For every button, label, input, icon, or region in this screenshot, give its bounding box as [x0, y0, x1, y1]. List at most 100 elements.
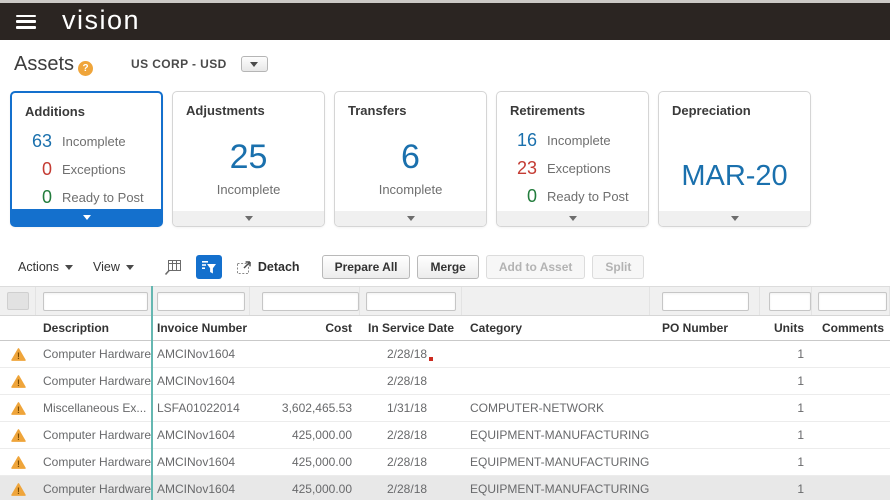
filter-cell-invoice [153, 287, 250, 315]
stat-label: Ready to Post [62, 189, 144, 205]
infolet-expander[interactable] [659, 211, 810, 226]
filter-cell-cost [250, 287, 360, 315]
cell-comments [812, 395, 890, 421]
column-header-po[interactable]: PO Number [650, 316, 760, 340]
infolet-retirements[interactable]: Retirements 16 Incomplete 23 Exceptions 0 Read… [496, 91, 649, 227]
table-toolbar: Actions View Detach Prepare All Merge Ad… [18, 254, 890, 280]
actions-menu-label: Actions [18, 260, 59, 274]
cell-units: 1 [797, 482, 804, 496]
actions-menu[interactable]: Actions [18, 260, 73, 274]
filter-po-input[interactable] [662, 291, 749, 311]
filter-cell-units [760, 287, 812, 315]
add-to-asset-button: Add to Asset [485, 255, 586, 279]
filter-description-input[interactable] [43, 291, 148, 311]
navigation-menu-icon[interactable] [16, 14, 36, 29]
ledger-label: US CORP - USD [131, 57, 227, 71]
query-by-example-icon[interactable] [195, 255, 222, 279]
filter-cost-input[interactable] [262, 291, 359, 311]
cell-description: Computer Hardware [43, 482, 152, 496]
cell-invoice: AMCINov1604 [157, 455, 236, 469]
table-filter-row [0, 286, 890, 316]
merge-button[interactable]: Merge [417, 255, 479, 279]
cell-po [650, 341, 760, 367]
cell-date-text: 2/28/18 [387, 482, 428, 496]
cell-category: EQUIPMENT-MANUFACTURING [470, 428, 650, 442]
warning-triangle-icon: ! [10, 401, 26, 415]
chevron-down-icon [82, 214, 91, 220]
cell-description: Computer Hardware [43, 374, 152, 388]
filter-comments-input[interactable] [818, 291, 887, 311]
column-header-date[interactable]: In Service Date [360, 316, 462, 340]
column-header-category[interactable]: Category [462, 316, 650, 340]
infolet-transfers[interactable]: Transfers 6 Incomplete [334, 91, 487, 227]
app-header: vision [0, 3, 890, 40]
infolet-row: Additions 63 Incomplete 0 Exceptions 0 Ready t… [10, 91, 890, 227]
freeze-icon[interactable] [164, 259, 182, 276]
cell-comments [812, 341, 890, 367]
table-row[interactable]: ! Computer Hardware AMCINov1604 2/28/18 1 [0, 368, 890, 395]
cell-cost: 3,602,465.53 [281, 401, 352, 415]
column-header-units[interactable]: Units [760, 316, 812, 340]
cell-comments [812, 368, 890, 394]
cell-icon: ! [0, 368, 36, 394]
infolet-additions[interactable]: Additions 63 Incomplete 0 Exceptions 0 Ready t… [10, 91, 163, 227]
warning-triangle-icon: ! [10, 428, 26, 442]
help-icon[interactable]: ? [78, 60, 94, 76]
cell-units: 1 [797, 428, 804, 442]
svg-text:!: ! [17, 459, 20, 469]
cell-invoice: AMCINov1604 [157, 347, 236, 361]
infolet-title: Retirements [510, 103, 586, 118]
cell-units: 1 [797, 374, 804, 388]
infolet-expander[interactable] [173, 211, 324, 226]
filter-invoice-input[interactable] [157, 291, 245, 311]
infolet-expander[interactable] [335, 211, 486, 226]
chevron-down-icon [244, 216, 253, 221]
prepare-all-button[interactable]: Prepare All [321, 255, 411, 279]
table-row[interactable]: ! Computer Hardware AMCINov1604 425,000.00 2… [0, 449, 890, 476]
detach-button[interactable]: Detach [236, 260, 300, 275]
ledger-dropdown-button[interactable] [240, 56, 268, 72]
infolet-count: 6 [401, 138, 420, 176]
filter-date-input[interactable] [366, 291, 456, 311]
cell-category [462, 368, 650, 394]
filter-units-input[interactable] [769, 291, 811, 311]
page-header: Assets ? US CORP - USD [14, 51, 890, 77]
cell-invoice: AMCINov1604 [157, 482, 236, 496]
cell-date: 2/28/18 [360, 341, 462, 367]
column-header-cost[interactable]: Cost [250, 316, 360, 340]
infolet-depreciation[interactable]: Depreciation MAR-20 [658, 91, 811, 227]
column-header-comments[interactable]: Comments [812, 316, 890, 340]
cell-icon: ! [0, 395, 36, 421]
column-header-invoice[interactable]: Invoice Number [153, 316, 250, 340]
additions-table: Description Invoice Number Cost In Service … [0, 286, 890, 500]
filter-cell-category [462, 287, 650, 315]
toolbar-buttons: Prepare All Merge Add to Asset Split [321, 255, 645, 279]
warning-triangle-icon: ! [10, 347, 26, 361]
cell-icon: ! [0, 476, 36, 500]
column-header-description[interactable]: Description [36, 316, 153, 340]
filter-cell-date [360, 287, 462, 315]
stat-label: Ready to Post [547, 188, 629, 204]
detach-window-icon [236, 260, 251, 274]
cell-date-text: 2/28/18 [387, 374, 428, 388]
infolet-expander[interactable] [497, 211, 648, 226]
table-row[interactable]: ! Computer Hardware AMCINov1604 425,000.00 2… [0, 476, 890, 500]
stat-label: Incomplete [547, 132, 611, 148]
stat-value: 23 [516, 157, 537, 178]
filter-cell-description [36, 287, 153, 315]
cell-cost [250, 341, 360, 367]
cell-cost: 425,000.00 [291, 455, 352, 469]
table-row[interactable]: ! Computer Hardware AMCINov1604 2/28/18 1 [0, 341, 890, 368]
cell-units: 1 [797, 347, 804, 361]
table-row[interactable]: ! Miscellaneous Ex... LSFA01022014 3,602,46… [0, 395, 890, 422]
infolet-expander[interactable] [12, 209, 161, 225]
infolet-adjustments[interactable]: Adjustments 25 Incomplete [172, 91, 325, 227]
cell-description: Computer Hardware [43, 428, 152, 442]
cell-cost [250, 368, 360, 394]
stat-label: Incomplete [62, 133, 126, 149]
table-row[interactable]: ! Computer Hardware AMCINov1604 425,000.00 2… [0, 422, 890, 449]
cell-date: 2/28/18 [360, 476, 462, 500]
cell-comments [812, 476, 890, 500]
view-menu[interactable]: View [93, 260, 134, 274]
cell-units: 1 [797, 401, 804, 415]
